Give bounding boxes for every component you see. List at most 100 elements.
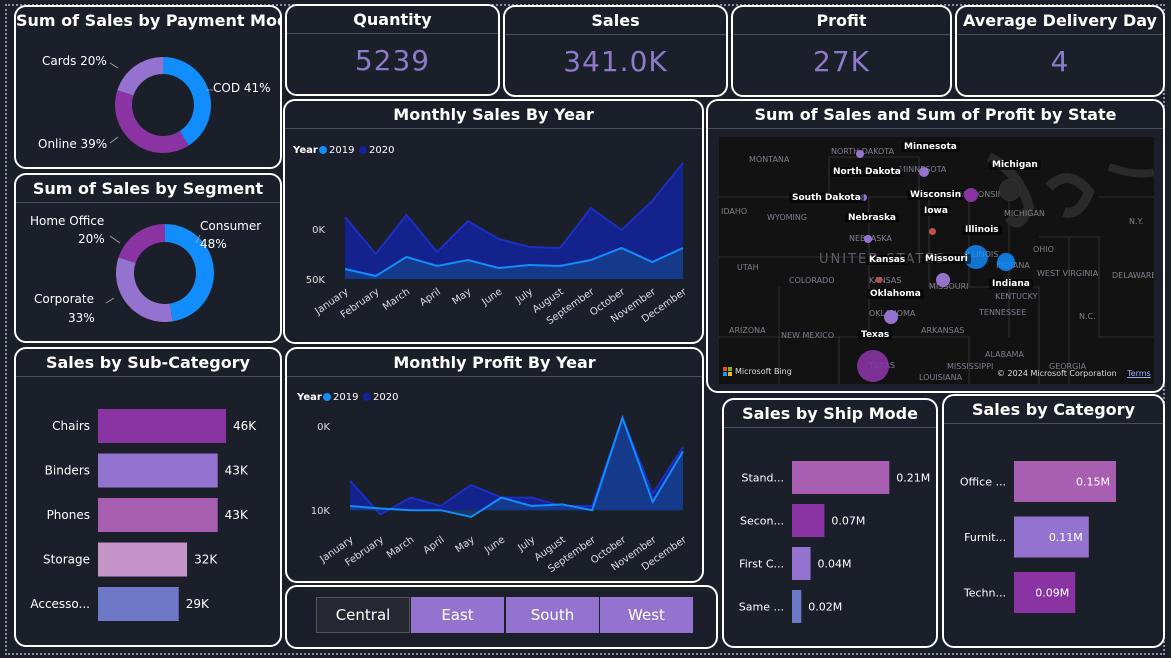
segment-pct-consumer: 48%: [200, 237, 227, 251]
kpi-avg-delivery-card[interactable]: Average Delivery Day 4: [955, 5, 1165, 97]
map-label-iowa: Iowa: [921, 206, 951, 216]
payment-label-online: Online 39%: [38, 137, 107, 151]
bar-value-label: 0.09M: [1035, 587, 1069, 600]
monthly-profit-area-chart: Year 2019 202010K0KJanuaryFebruaryMarch Apr…: [296, 392, 689, 575]
map-canvas[interactable]: MONTANA NORTH DAKOTA MINNESOTA WYOMING N…: [719, 137, 1154, 384]
x-tick-label: April: [418, 286, 443, 308]
slicer-west[interactable]: West: [600, 597, 693, 633]
bubble-missouri[interactable]: [936, 273, 950, 287]
segment-slice-corporate[interactable]: [116, 257, 173, 322]
y-tick-label: 0K: [317, 422, 330, 433]
legend-label-2019[interactable]: 2019: [329, 145, 354, 156]
bar-value-label: 0.15M: [1076, 476, 1110, 489]
bubble-oklahoma[interactable]: [884, 310, 898, 324]
bar-category-label: Chairs: [52, 419, 90, 433]
bar-category-label: Accesso...: [30, 597, 90, 611]
payment-slice-cards[interactable]: [117, 57, 163, 96]
legend-marker-2020: [363, 393, 371, 401]
map-title: Sum of Sales and Sum of Profit by State: [708, 101, 1163, 129]
legend-label-2019[interactable]: 2019: [333, 392, 358, 403]
bubble-minnesota[interactable]: [919, 167, 929, 177]
x-tick-label: March: [385, 534, 416, 560]
x-tick-label: July: [515, 534, 537, 554]
x-tick-label: April: [422, 534, 447, 556]
sub-category-title: Sales by Sub-Category: [16, 349, 280, 377]
bubble-kansas[interactable]: [876, 277, 882, 283]
bubble-indiana[interactable]: [997, 253, 1015, 271]
bar-value-label: 29K: [186, 597, 210, 611]
monthly-profit-card[interactable]: Monthly Profit By Year Year 2019 2020 10K 0K…: [285, 347, 704, 583]
map-label-minnesota: Minnesota: [901, 142, 960, 152]
payment-mode-card[interactable]: Sum of Sales by Payment Mode COD 41% Onl…: [14, 5, 282, 169]
x-tick-label: March: [381, 286, 412, 312]
bubble-michigan[interactable]: [999, 179, 1021, 201]
bar-storage[interactable]: [98, 542, 188, 577]
monthly-sales-card[interactable]: Monthly Sales By Year Year 2019 2020 50K 0K J…: [283, 99, 704, 344]
category-card[interactable]: Sales by Category Office ... 0.15M Furnit.…: [942, 394, 1165, 648]
map-attribution: © 2024 Microsoft Corporation Terms: [997, 369, 1151, 378]
map-bg-label: UTAH: [737, 263, 759, 272]
bar-value-label: 32K: [194, 553, 218, 567]
kpi-title: Profit: [733, 7, 950, 35]
windows-icon: [723, 367, 732, 376]
map-bg-label: MONTANA: [749, 155, 790, 164]
y-tick-label: 50K: [306, 275, 326, 286]
terms-link[interactable]: Terms: [1127, 369, 1151, 378]
slicer-central[interactable]: Central: [316, 597, 410, 633]
legend-marker-2020: [359, 146, 367, 154]
payment-slice-online[interactable]: [115, 90, 189, 153]
y-tick-label: 0K: [312, 225, 325, 236]
state-map-card[interactable]: Sum of Sales and Sum of Profit by State: [706, 99, 1165, 393]
bar-stand-[interactable]: [792, 461, 890, 494]
bar-category-label: Same ...: [739, 601, 784, 614]
bar-phones[interactable]: [98, 498, 218, 532]
segment-label-corporate: Corporate: [34, 292, 94, 306]
sub-category-card[interactable]: Sales by Sub-Category Chairs 46K Binders 43…: [14, 347, 282, 647]
kpi-value: 4: [1050, 45, 1070, 78]
category-bar-chart: Office ... 0.15M Furnit... 0.11M Techn... 0.0…: [960, 461, 1116, 613]
bar-accesso-[interactable]: [98, 587, 179, 621]
legend-label-2020[interactable]: 2020: [369, 145, 394, 156]
segment-slice-home-office[interactable]: [118, 224, 165, 264]
bing-label: Microsoft Bing: [735, 367, 792, 376]
payment-slice-cod[interactable]: [163, 57, 211, 146]
bubble-north-dakota[interactable]: [856, 150, 864, 158]
bar-first-c-[interactable]: [792, 547, 811, 580]
bubble-texas[interactable]: [857, 350, 889, 382]
monthly-profit-title: Monthly Profit By Year: [287, 349, 702, 377]
bar-category-label: Storage: [43, 553, 90, 567]
y-tick-label: 10K: [311, 506, 331, 517]
segment-card[interactable]: Sum of Sales by Segment Consumer 48% Cor…: [14, 173, 282, 343]
map-label-missouri: Missouri: [922, 254, 971, 264]
bar-chairs[interactable]: [98, 409, 227, 443]
bar-binders[interactable]: [98, 453, 218, 488]
segment-donut: Consumer 48% Corporate 33% Home Office 2…: [30, 214, 261, 325]
map-label-indiana: Indiana: [989, 279, 1033, 289]
chart-legend: Year 2019 2020: [296, 392, 398, 403]
bar-secon-[interactable]: [792, 504, 825, 537]
legend-marker-2019: [319, 146, 327, 154]
kpi-title: Quantity: [287, 6, 498, 34]
region-slicer[interactable]: Central East South West: [285, 585, 718, 649]
slicer-south[interactable]: South: [506, 597, 599, 633]
kpi-quantity-card[interactable]: Quantity 5239: [285, 4, 500, 96]
slicer-east[interactable]: East: [411, 597, 504, 633]
kpi-profit-card[interactable]: Profit 27K: [731, 5, 952, 97]
bubble-wisconsin[interactable]: [964, 188, 978, 202]
monthly-sales-area-chart: Year 2019 202050K0KJanuaryFebruary March Apr…: [292, 145, 689, 327]
legend-label-2020[interactable]: 2020: [373, 392, 398, 403]
map-bg-label: ALABAMA: [985, 350, 1024, 359]
bubble-iowa[interactable]: [929, 228, 936, 235]
map-bg-label: WEST VIRGINIA: [1037, 269, 1099, 278]
bar-value-label: 0.11M: [1049, 531, 1083, 544]
map-bg-label: KENTUCKY: [995, 292, 1038, 301]
bar-same-[interactable]: [792, 590, 802, 623]
kpi-sales-card[interactable]: Sales 341.0K: [503, 5, 728, 97]
bar-category-label: Binders: [45, 464, 90, 478]
bar-category-label: Phones: [47, 508, 90, 522]
map-label-michigan: Michigan: [989, 160, 1041, 170]
bubble-nebraska[interactable]: [864, 235, 872, 243]
ship-mode-card[interactable]: Sales by Ship Mode Stand... 0.21M Secon...…: [722, 398, 938, 648]
sub-category-bar-chart: Chairs 46K Binders 43K Phones 43K Storage 32K Ac…: [30, 409, 257, 621]
bar-category-label: Office ...: [960, 476, 1006, 489]
